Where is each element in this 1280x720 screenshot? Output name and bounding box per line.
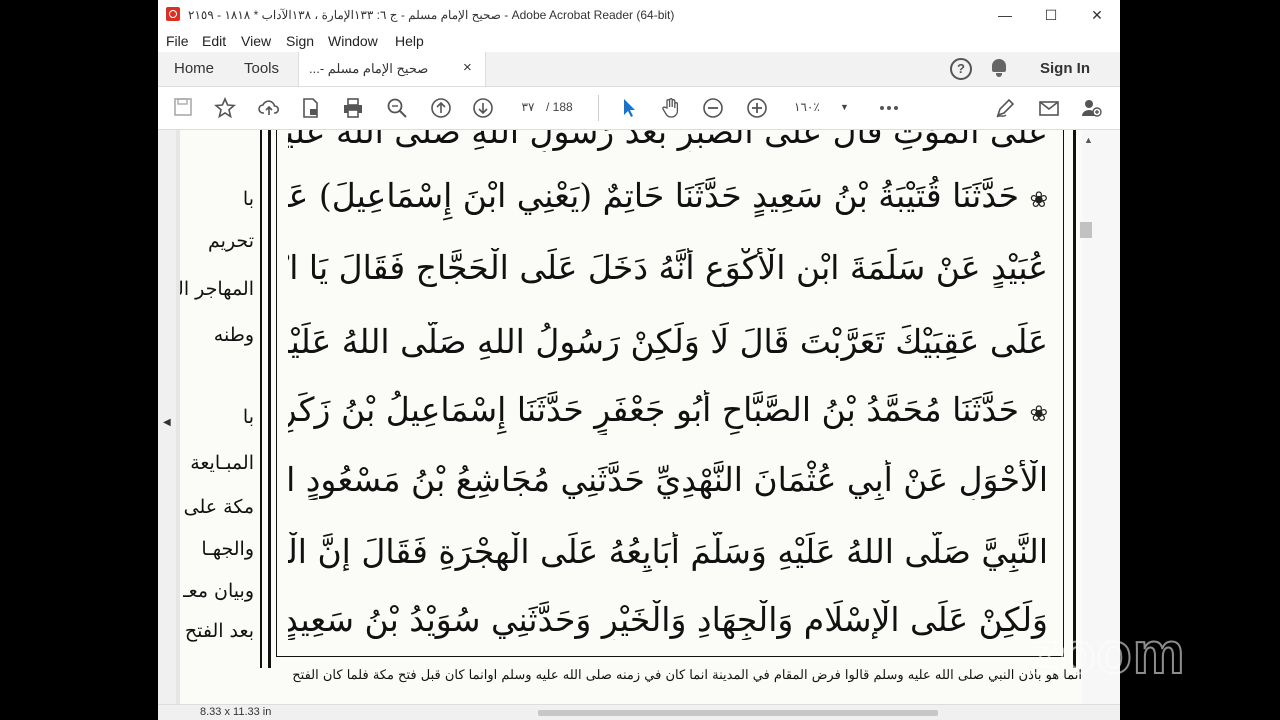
margin-line: والجهـا xyxy=(201,538,254,560)
margin-line: وبيان معـ xyxy=(183,580,254,602)
margin-line: تحريم xyxy=(208,230,254,252)
margin-line: المهاجر الى xyxy=(180,278,254,300)
tab-tools[interactable]: Tools xyxy=(244,60,279,77)
hand-tool-icon[interactable] xyxy=(660,97,682,119)
menu-file[interactable]: File xyxy=(166,33,189,49)
footnote-text: انما هو باذن النبي صلى الله عليه وسلم قا… xyxy=(180,668,1082,705)
maximize-button[interactable]: ☐ xyxy=(1028,0,1074,30)
text-line: وَلَكِنْ عَلَى الْإِسْلَامِ وَالْجِهَادِ… xyxy=(288,600,1048,639)
text-line: عَلَى عَقِبَيْكَ تَعَرَّبْتَ قَالَ لَا و… xyxy=(288,322,1048,361)
page-total: / 188 xyxy=(546,100,573,114)
notification-bell-icon[interactable] xyxy=(992,59,1006,77)
help-icon[interactable]: ? xyxy=(950,58,972,80)
tab-home[interactable]: Home xyxy=(174,60,214,77)
document-viewport[interactable]: ◀ با تحريم المهاجر الى وطنه با المبـايعة… xyxy=(158,130,1082,705)
more-tools-icon[interactable] xyxy=(878,97,900,119)
save-icon[interactable] xyxy=(172,97,194,119)
toolbar: ٣٧ / 188 ١٦٠٪ ▼ xyxy=(158,87,1120,130)
menu-view[interactable]: View xyxy=(241,33,271,49)
tab-document-label: صحيح الإمام مسلم -... xyxy=(309,61,429,76)
vertical-scrollbar[interactable] xyxy=(1082,130,1120,705)
protect-file-icon[interactable] xyxy=(300,97,322,119)
horizontal-scroll-thumb[interactable] xyxy=(538,710,938,716)
text-line-content: حَدَّثَنَا قُتَيْبَةُ بْنُ سَعِيدٍ حَدَّ… xyxy=(288,176,1020,215)
margin-line: با xyxy=(242,406,254,428)
zoom-watermark: zoom xyxy=(1029,620,1186,687)
rosette-ornament-icon: ❀ xyxy=(1029,402,1048,427)
margin-line: بعد الفتح xyxy=(184,620,254,642)
tab-bar: Home Tools صحيح الإمام مسلم -... × ? Sig… xyxy=(158,52,1120,87)
minimize-button[interactable]: — xyxy=(982,0,1028,30)
margin-line: المبـايعة xyxy=(190,452,254,474)
toolbar-divider xyxy=(598,95,599,121)
zoom-level-select[interactable]: ١٦٠٪ ▼ xyxy=(794,98,852,116)
status-bar: 8.33 x 11.33 in xyxy=(158,704,1120,720)
page-number-input[interactable]: ٣٧ xyxy=(516,98,540,116)
close-tab-icon[interactable]: × xyxy=(463,59,472,76)
rosette-ornament-icon: ❀ xyxy=(1029,188,1048,213)
margin-line: با xyxy=(242,188,254,210)
chevron-down-icon: ▼ xyxy=(840,102,849,112)
zoom-level-value: ١٦٠٪ xyxy=(794,100,820,114)
text-line: الْأَحْوَلِ عَنْ أَبِي عُثْمَانَ النَّهْ… xyxy=(288,460,1048,499)
text-line: عَلَى الْمَوْتِ قَالَ عَلَى الصَّبْرِ بَ… xyxy=(288,130,1048,151)
margin-line: مكة على xyxy=(183,496,254,518)
fill-sign-icon[interactable] xyxy=(994,97,1016,119)
zoom-out-icon[interactable] xyxy=(702,97,724,119)
window-title: صحيح الإمام مسلم - ج ٦: ١٣٣الإمارة ، ١٣٨… xyxy=(188,8,675,22)
acrobat-logo-icon xyxy=(166,7,180,21)
navigation-pane-strip[interactable]: ◀ xyxy=(158,130,176,705)
side-margin-column: با تحريم المهاجر الى وطنه با المبـايعة م… xyxy=(180,130,262,705)
text-line: النَّبِيَّ صَلَّى اللهُ عَلَيْهِ وَسَلَّ… xyxy=(288,532,1048,571)
menu-bar: File Edit View Sign Window Help xyxy=(158,30,1120,52)
text-line-content: حَدَّثَنَا مُحَمَّدُ بْنُ الصَّبَّاحِ أَ… xyxy=(288,390,1020,429)
acrobat-window: صحيح الإمام مسلم - ج ٦: ١٣٣الإمارة ، ١٣٨… xyxy=(158,0,1120,720)
text-line: ❀ حَدَّثَنَا مُحَمَّدُ بْنُ الصَّبَّاحِ … xyxy=(288,390,1048,435)
close-window-button[interactable]: ✕ xyxy=(1074,0,1120,30)
print-icon[interactable] xyxy=(342,97,364,119)
page-size-label: 8.33 x 11.33 in xyxy=(200,706,272,718)
next-page-icon[interactable] xyxy=(472,97,494,119)
title-bar: صحيح الإمام مسلم - ج ٦: ١٣٣الإمارة ، ١٣٨… xyxy=(158,0,1120,30)
menu-edit[interactable]: Edit xyxy=(202,33,226,49)
search-zoom-icon[interactable] xyxy=(386,97,408,119)
menu-help[interactable]: Help xyxy=(395,33,424,49)
select-cursor-icon[interactable] xyxy=(618,97,640,119)
pdf-page: با تحريم المهاجر الى وطنه با المبـايعة م… xyxy=(180,130,1082,705)
menu-sign[interactable]: Sign xyxy=(286,33,314,49)
zoom-in-icon[interactable] xyxy=(746,97,768,119)
tab-document[interactable]: صحيح الإمام مسلم -... × xyxy=(298,52,486,86)
previous-page-icon[interactable] xyxy=(430,97,452,119)
sign-in-button[interactable]: Sign In xyxy=(1040,60,1090,77)
expand-pane-icon[interactable]: ◀ xyxy=(163,417,171,428)
share-user-icon[interactable] xyxy=(1080,97,1102,119)
cloud-upload-icon[interactable] xyxy=(258,97,280,119)
text-line: ❀ حَدَّثَنَا قُتَيْبَةُ بْنُ سَعِيدٍ حَد… xyxy=(288,176,1048,221)
text-line: عُبَيْدٍ عَنْ سَلَمَةَ ابْنِ الْأَكْوَعِ… xyxy=(288,248,1048,287)
vertical-scroll-thumb[interactable] xyxy=(1080,222,1092,238)
scroll-up-icon[interactable]: ▲ xyxy=(1084,135,1093,145)
bookmark-star-icon[interactable] xyxy=(214,96,236,119)
menu-window[interactable]: Window xyxy=(328,33,378,49)
margin-line: وطنه xyxy=(213,324,254,346)
email-icon[interactable] xyxy=(1038,97,1060,119)
